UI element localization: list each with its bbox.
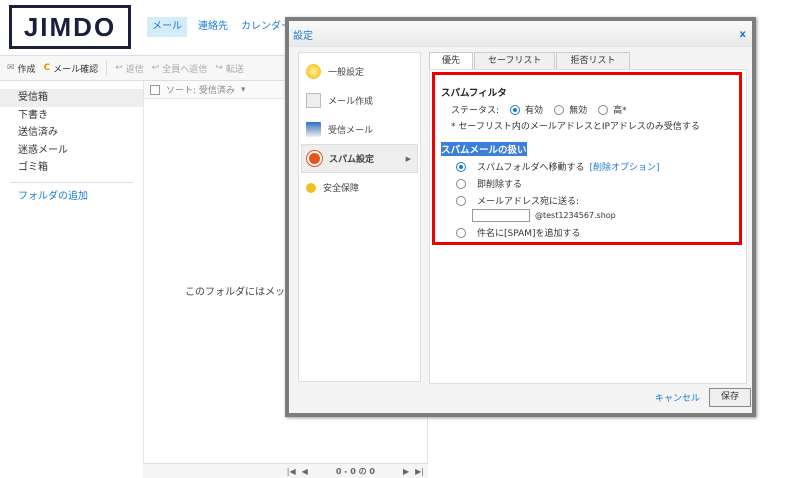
last-page-icon[interactable]: ▶| [415,467,424,476]
nav-incoming[interactable]: 受信メール [301,115,418,144]
reply-all-icon: ↩ [151,63,160,73]
status-label: ステータス: [451,106,500,116]
divider [10,181,133,183]
forward-button[interactable]: ↪ 転送 [215,62,244,75]
check-mail-button[interactable]: C メール確認 [44,62,99,75]
folder-sent[interactable]: 送信済み [0,124,143,142]
sort-dropdown[interactable]: ソート: 受信済み [166,83,235,96]
toolbar: ✉ 作成 C メール確認 ↩ 返信 ↩ 全員へ返信 ↪ 転送 [0,55,300,81]
refresh-icon: C [43,63,51,73]
delete-options-link[interactable]: [削除オプション] [589,160,659,173]
folder-sidebar: 受信箱 下書き 送信済み 迷惑メール ゴミ箱 フォルダの追加 [0,89,143,205]
add-spam-tag-radio[interactable] [456,227,466,238]
empty-message: このフォルダにはメッセ [185,287,295,298]
tab-safelist[interactable]: セーフリスト [474,52,556,69]
close-icon[interactable]: x [740,29,746,40]
add-folder-link[interactable]: フォルダの追加 [0,188,143,206]
gear-icon [306,64,321,79]
jimdo-logo: JIMDO [9,5,131,49]
dialog-titlebar: 設定 x [289,21,752,47]
first-page-icon[interactable]: |◀ [287,467,296,476]
tab-priority[interactable]: 優先 [429,52,474,69]
divider [106,60,108,76]
compose-icon [306,93,321,108]
no-entry-icon [307,151,322,166]
inbox-icon [306,122,321,137]
status-enabled-radio[interactable] [510,104,521,115]
reply-button[interactable]: ↩ 返信 [115,62,144,75]
pager: |◀ ◀ 0 - 0 の 0 ▶ ▶| [143,463,428,478]
dialog-title: 設定 [293,30,313,42]
move-to-spam-radio[interactable] [456,161,466,172]
settings-dialog: 設定 x 一般設定 メール作成 受信メール スパム設定 ▶ 安全保障 優先 セーフリ… [285,17,756,417]
page-info: 0 - 0 の 0 [335,466,375,476]
reply-all-button[interactable]: ↩ 全員へ返信 [152,62,208,75]
reply-icon: ↩ [115,63,123,73]
tab-blocklist[interactable]: 拒否リスト [556,52,630,69]
folder-drafts[interactable]: 下書き [0,107,143,125]
folder-trash[interactable]: ゴミ箱 [0,159,143,177]
status-disabled-radio[interactable] [554,104,565,115]
address-domain: @test1234567.shop [535,211,616,220]
compose-button[interactable]: ✉ 作成 [7,62,36,75]
next-page-icon[interactable]: ▶ [403,467,409,476]
settings-nav: 一般設定 メール作成 受信メール スパム設定 ▶ 安全保障 [298,52,421,382]
envelope-icon: ✉ [7,63,15,73]
cancel-button[interactable]: キャンセル [655,391,700,404]
nav-security[interactable]: 安全保障 [301,173,418,202]
forward-icon: ↪ [215,63,223,73]
highlight-box: スパムフィルタ ステータス: 有効 無効 高* * セーフリスト内のメールアドレ… [432,72,742,245]
nav-general[interactable]: 一般設定 [301,57,418,86]
folder-inbox[interactable]: 受信箱 [0,89,143,107]
prev-page-icon[interactable]: ◀ [302,467,308,476]
filter-note: * セーフリスト内のメールアドレスとIPアドレスのみ受信する [451,122,700,132]
select-all-checkbox[interactable] [150,84,160,95]
folder-spam[interactable]: 迷惑メール [0,142,143,160]
delete-now-radio[interactable] [456,178,466,189]
nav-mail[interactable]: メール [147,17,187,37]
chevron-right-icon: ▶ [405,154,411,163]
status-high-radio[interactable] [598,104,609,115]
spam-filter-heading: スパムフィルタ [441,88,507,99]
save-button[interactable]: 保存 [709,388,751,407]
key-icon [306,182,316,193]
forward-address-input[interactable] [472,209,530,222]
send-to-address-radio[interactable] [456,195,466,206]
chevron-down-icon: ▾ [240,84,246,95]
handling-heading: スパムメールの扱い [441,142,527,156]
nav-contacts[interactable]: 連絡先 [193,17,233,37]
tab-bar: 優先 セーフリスト 拒否リスト [429,52,630,69]
nav-compose[interactable]: メール作成 [301,86,418,115]
nav-spam[interactable]: スパム設定 ▶ [301,144,418,173]
